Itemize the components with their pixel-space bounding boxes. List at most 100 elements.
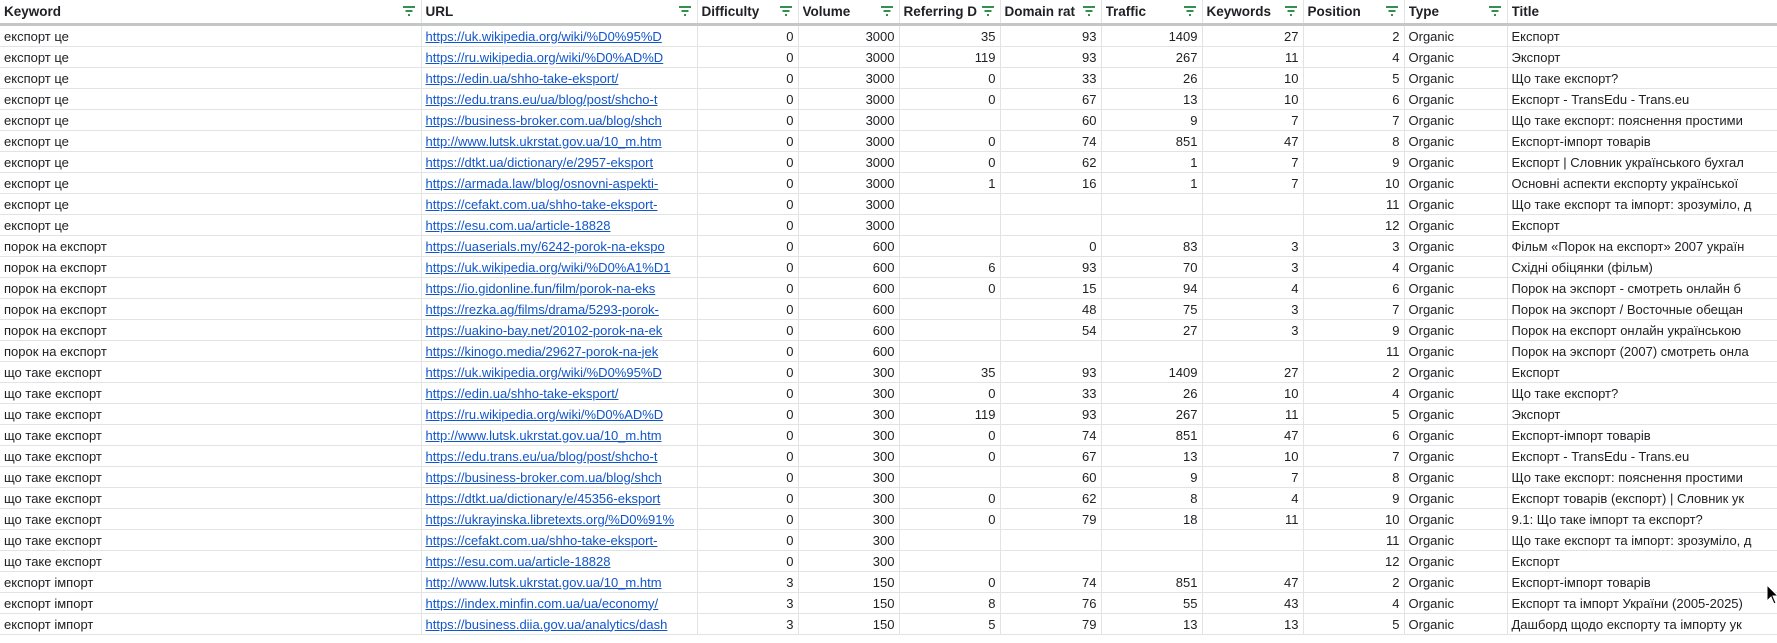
cell-title[interactable]: Що таке експорт? [1507,67,1777,89]
cell-type[interactable]: Organic [1404,256,1508,278]
cell-keywords[interactable]: 10 [1202,67,1304,89]
cell-keyword[interactable]: що таке експорт [0,508,422,530]
cell-keywords[interactable]: 47 [1202,571,1304,593]
cell-domain_rating[interactable]: 74 [1000,571,1102,593]
cell-title[interactable]: Экспорт [1507,403,1777,425]
column-header-position[interactable]: Position [1303,0,1405,26]
cell-position[interactable]: 8 [1303,130,1405,152]
cell-type[interactable]: Organic [1404,613,1508,635]
cell-traffic[interactable]: 267 [1101,46,1203,68]
filter-icon[interactable] [1183,5,1197,18]
cell-volume[interactable]: 150 [798,613,900,635]
cell-type[interactable]: Organic [1404,592,1508,614]
cell-volume[interactable]: 300 [798,508,900,530]
url-link[interactable]: https://uk.wikipedia.org/wiki/%D0%95%D [426,365,662,380]
cell-referring[interactable] [899,319,1001,341]
cell-type[interactable]: Organic [1404,424,1508,446]
cell-type[interactable]: Organic [1404,214,1508,236]
cell-traffic[interactable]: 1 [1101,172,1203,194]
cell-position[interactable]: 5 [1303,403,1405,425]
cell-title[interactable]: 9.1: Що таке імпорт та експорт? [1507,508,1777,530]
cell-title[interactable]: Експорт | Словник українського бухгал [1507,151,1777,173]
cell-domain_rating[interactable]: 74 [1000,424,1102,446]
cell-volume[interactable]: 300 [798,382,900,404]
cell-keyword[interactable]: що таке експорт [0,403,422,425]
column-header-difficulty[interactable]: Difficulty [697,0,799,26]
cell-volume[interactable]: 300 [798,403,900,425]
cell-traffic[interactable]: 1 [1101,151,1203,173]
cell-keywords[interactable]: 11 [1202,508,1304,530]
cell-keyword[interactable]: експорт імпорт [0,592,422,614]
cell-traffic[interactable]: 13 [1101,88,1203,110]
cell-volume[interactable]: 3000 [798,88,900,110]
cell-volume[interactable]: 3000 [798,24,900,47]
url-link[interactable]: http://www.lutsk.ukrstat.gov.ua/10_m.htm [426,428,662,443]
cell-volume[interactable]: 3000 [798,109,900,131]
filter-icon[interactable] [1284,5,1298,18]
cell-referring[interactable]: 0 [899,67,1001,89]
cell-keywords[interactable]: 47 [1202,424,1304,446]
cell-position[interactable]: 7 [1303,445,1405,467]
url-link[interactable]: http://www.lutsk.ukrstat.gov.ua/10_m.htm [426,575,662,590]
cell-url[interactable]: https://dtkt.ua/dictionary/e/2957-ekspor… [421,151,698,173]
column-header-traffic[interactable]: Traffic [1101,0,1203,26]
cell-domain_rating[interactable]: 0 [1000,235,1102,257]
cell-title[interactable]: Порок на експорт онлайн українською [1507,319,1777,341]
cell-keyword[interactable]: експорт це [0,109,422,131]
cell-referring[interactable] [899,340,1001,362]
cell-keywords[interactable]: 10 [1202,382,1304,404]
cell-referring[interactable]: 0 [899,424,1001,446]
cell-title[interactable]: Експорт [1507,214,1777,236]
cell-position[interactable]: 5 [1303,67,1405,89]
cell-difficulty[interactable]: 0 [697,466,799,488]
cell-difficulty[interactable]: 0 [697,445,799,467]
cell-title[interactable]: Експорт-імпорт товарів [1507,424,1777,446]
column-header-domain_rating[interactable]: Domain rat [1000,0,1102,26]
column-header-title[interactable]: Title [1507,0,1777,26]
cell-difficulty[interactable]: 0 [697,319,799,341]
cell-difficulty[interactable]: 0 [697,277,799,299]
cell-volume[interactable]: 300 [798,424,900,446]
cell-keywords[interactable]: 7 [1202,466,1304,488]
cell-traffic[interactable]: 13 [1101,613,1203,635]
url-link[interactable]: https://armada.law/blog/osnovni-aspekti- [426,176,659,191]
cell-domain_rating[interactable] [1000,340,1102,362]
cell-title[interactable]: Порок на экспорт / Восточные обещан [1507,298,1777,320]
cell-url[interactable]: https://index.minfin.com.ua/ua/economy/ [421,592,698,614]
cell-keyword[interactable]: що таке експорт [0,361,422,383]
cell-position[interactable]: 7 [1303,109,1405,131]
cell-traffic[interactable]: 267 [1101,403,1203,425]
cell-url[interactable]: https://armada.law/blog/osnovni-aspekti- [421,172,698,194]
url-link[interactable]: https://business-broker.com.ua/blog/shch [426,470,662,485]
cell-volume[interactable]: 3000 [798,130,900,152]
cell-referring[interactable] [899,235,1001,257]
url-link[interactable]: https://cefakt.com.ua/shho-take-eksport- [426,533,658,548]
cell-position[interactable]: 8 [1303,466,1405,488]
cell-difficulty[interactable]: 0 [697,46,799,68]
cell-difficulty[interactable]: 0 [697,403,799,425]
cell-traffic[interactable]: 9 [1101,109,1203,131]
cell-referring[interactable]: 0 [899,571,1001,593]
cell-url[interactable]: https://esu.com.ua/article-18828 [421,550,698,572]
cell-referring[interactable]: 119 [899,46,1001,68]
cell-difficulty[interactable]: 0 [697,487,799,509]
cell-domain_rating[interactable]: 76 [1000,592,1102,614]
cell-position[interactable]: 5 [1303,613,1405,635]
cell-difficulty[interactable]: 0 [697,172,799,194]
cell-title[interactable]: Що таке експорт та імпорт: зрозуміло, д [1507,193,1777,215]
cell-title[interactable]: Експорт [1507,361,1777,383]
cell-volume[interactable]: 300 [798,529,900,551]
cell-keyword[interactable]: порок на експорт [0,277,422,299]
cell-referring[interactable]: 35 [899,361,1001,383]
cell-position[interactable]: 2 [1303,361,1405,383]
url-link[interactable]: https://uakino-bay.net/20102-porok-na-ek [426,323,663,338]
cell-title[interactable]: Порок на экспорт (2007) смотреть онла [1507,340,1777,362]
cell-url[interactable]: https://uk.wikipedia.org/wiki/%D0%95%D [421,24,698,47]
cell-referring[interactable]: 1 [899,172,1001,194]
cell-url[interactable]: https://uk.wikipedia.org/wiki/%D0%A1%D1 [421,256,698,278]
cell-referring[interactable]: 0 [899,487,1001,509]
cell-type[interactable]: Organic [1404,445,1508,467]
cell-title[interactable]: Експорт [1507,24,1777,47]
cell-type[interactable]: Organic [1404,550,1508,572]
url-link[interactable]: https://uk.wikipedia.org/wiki/%D0%95%D [426,29,662,44]
